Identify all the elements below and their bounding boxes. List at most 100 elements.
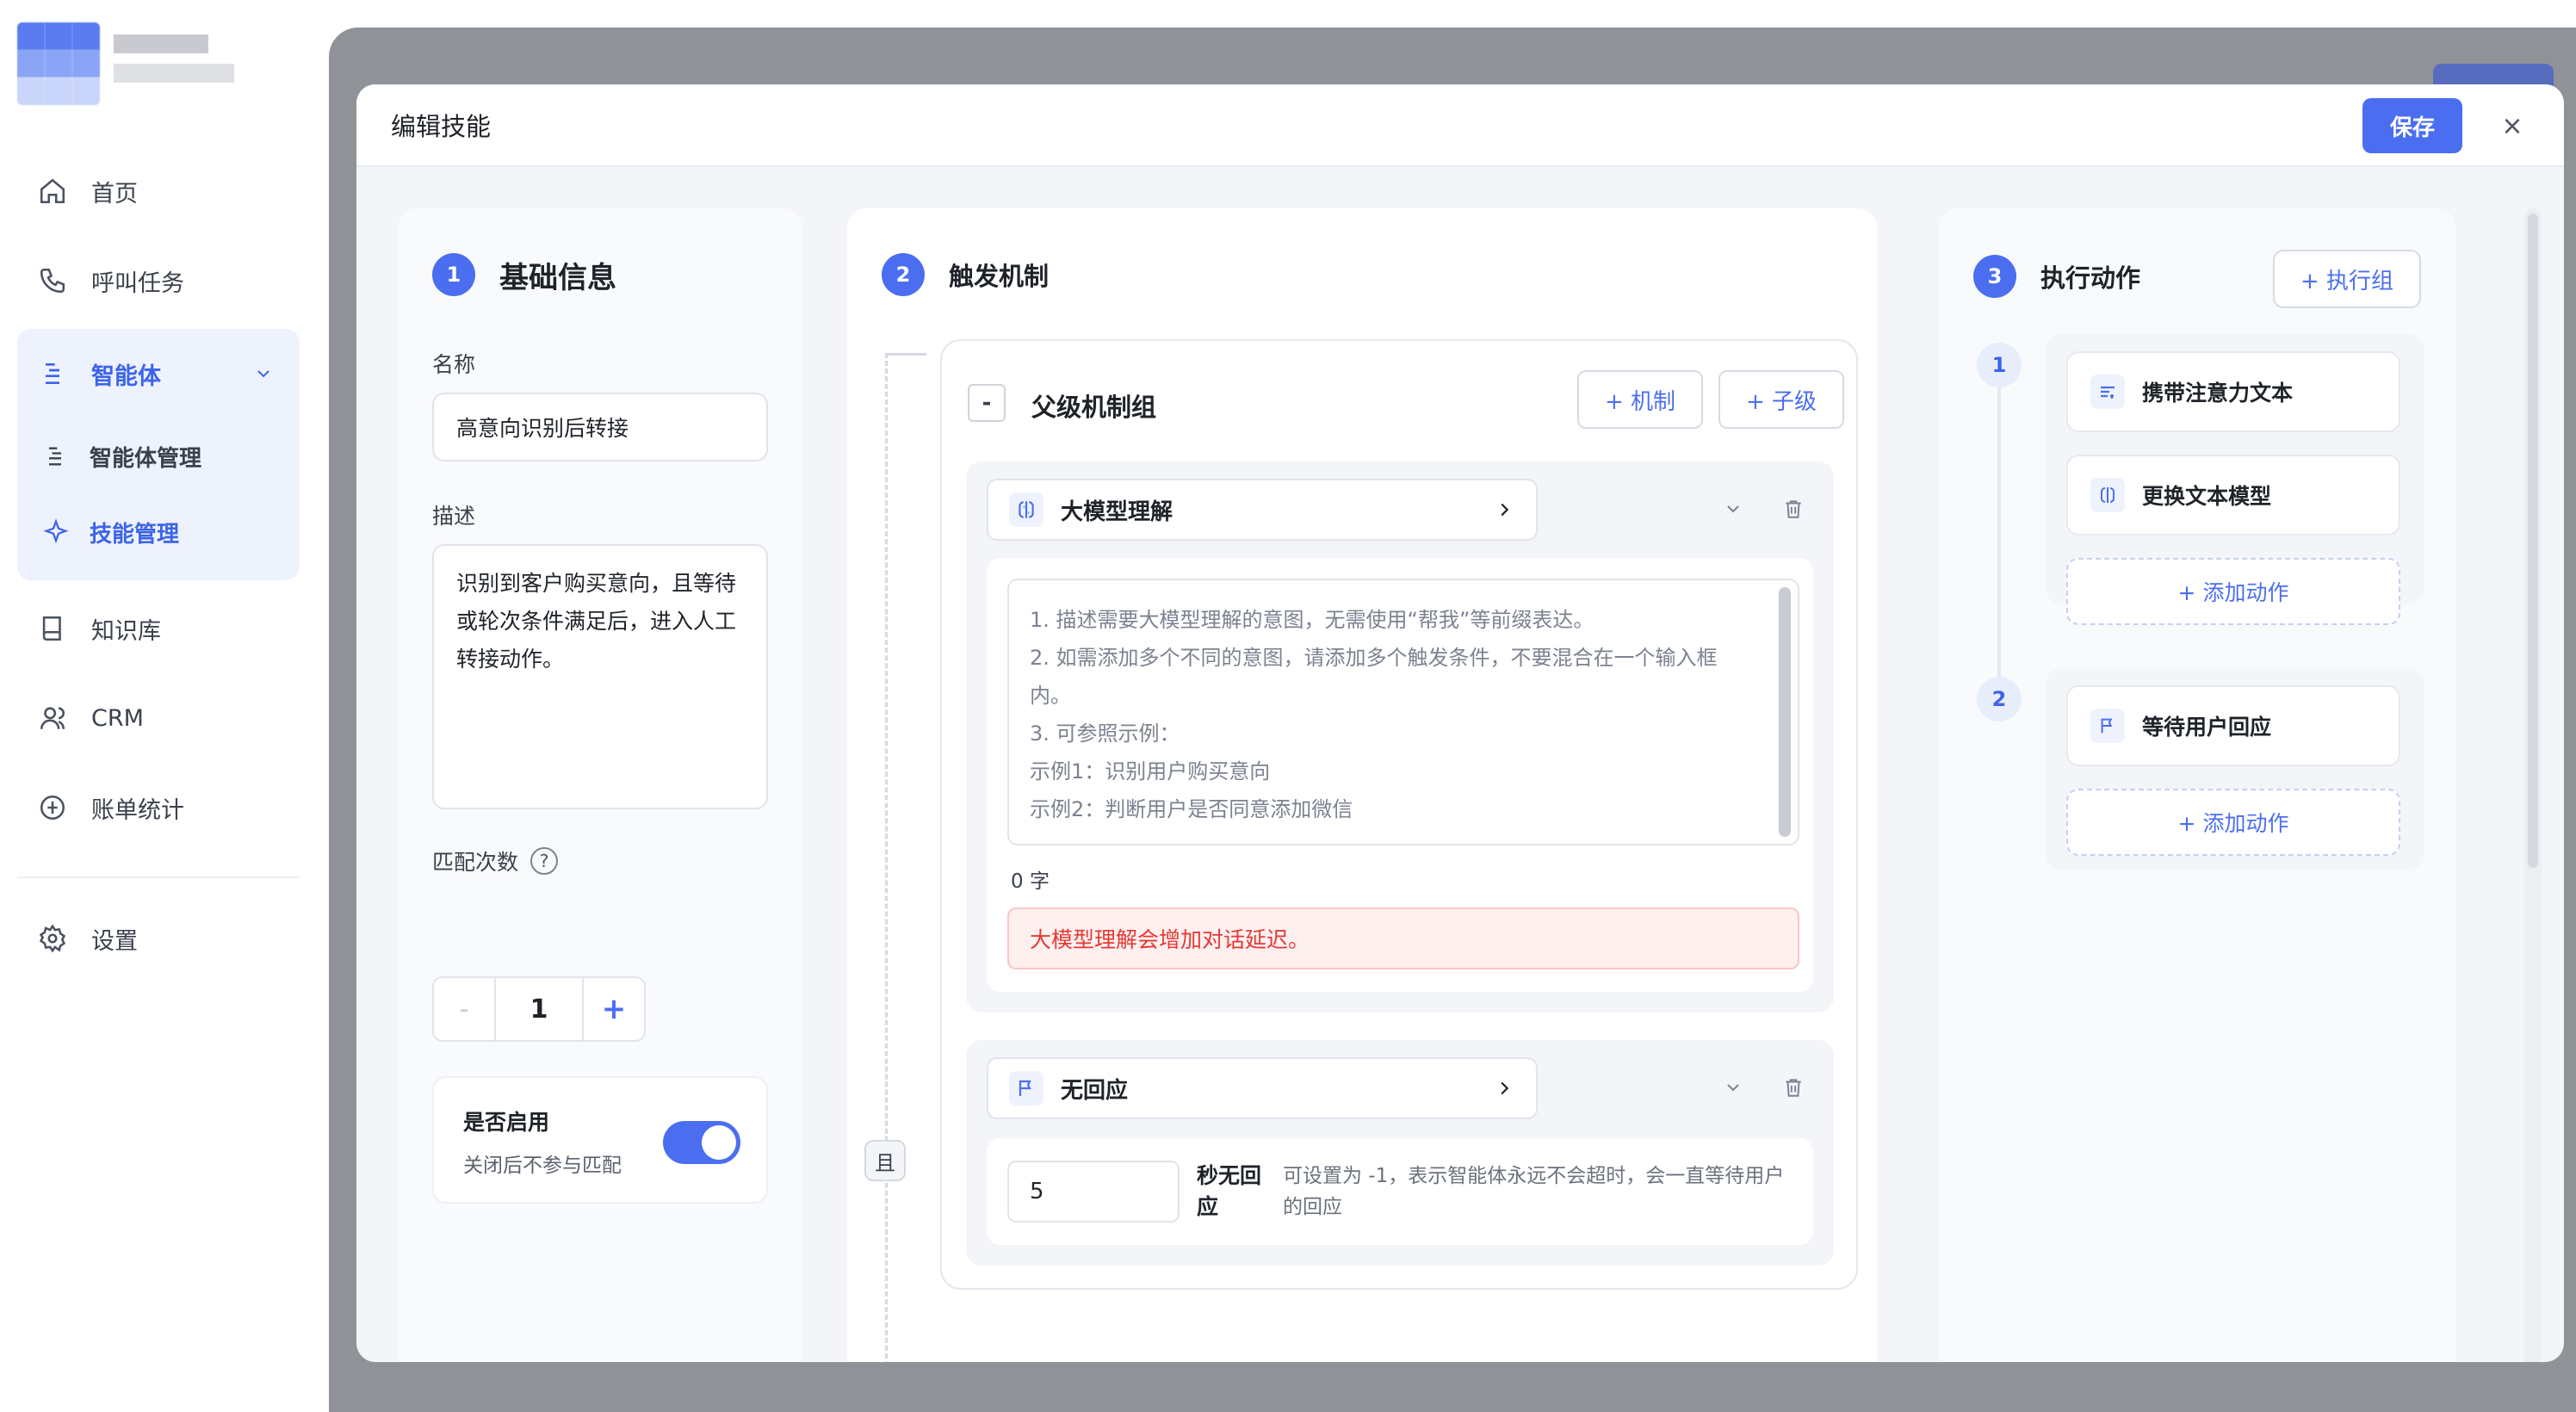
and-operator-badge[interactable]: 且 bbox=[864, 1140, 906, 1181]
trash-icon[interactable] bbox=[1780, 1074, 1806, 1100]
actions-panel: 3 执行动作 + 执行组 1 携带注意力文本 更换文本模型 + 添加动作 2 等… bbox=[1939, 208, 2455, 1362]
trash-icon[interactable] bbox=[1780, 496, 1806, 522]
mechanism-label: 大模型理解 bbox=[1061, 499, 1173, 525]
chevron-down-icon[interactable] bbox=[1720, 496, 1746, 522]
sidebar-item-crm[interactable]: CRM bbox=[17, 673, 300, 763]
sidebar-item-agents[interactable]: 智能体 bbox=[17, 329, 300, 418]
textarea-scrollbar[interactable] bbox=[1779, 587, 1791, 837]
placeholder-line: 1. 描述需要大模型理解的意图，无需使用“帮我”等前缀表达。 bbox=[1030, 608, 1595, 632]
sidebar-item-billing[interactable]: 账单统计 bbox=[17, 763, 300, 852]
latency-warning: 大模型理解会增加对话延迟。 bbox=[1007, 907, 1799, 969]
mechanism-card: 无回应 5 秒无回应 可设置为 -1，表示智能体永远不会超时，会一直等待用户的回… bbox=[966, 1040, 1834, 1266]
basic-info-title: 基础信息 bbox=[499, 260, 616, 295]
mechanism-type-select[interactable]: 无回应 bbox=[987, 1057, 1538, 1119]
trigger-heading: 2 触发机制 bbox=[882, 253, 1049, 296]
mechanism-body: 1. 描述需要大模型理解的意图，无需使用“帮我”等前缀表达。 2. 如需添加多个… bbox=[987, 558, 1813, 992]
chevron-down-icon[interactable] bbox=[253, 363, 274, 384]
home-icon bbox=[36, 175, 69, 207]
enable-description: 关闭后不参与匹配 bbox=[463, 1155, 622, 1177]
name-input[interactable]: 高意向识别后转接 bbox=[432, 393, 768, 461]
mechanism-card: 大模型理解 1. 描述需要大模型理解的意图，无需使用“帮我”等前缀表达。 2. … bbox=[966, 461, 1834, 1013]
sparkle-icon bbox=[43, 518, 69, 545]
logo-text-blurred bbox=[114, 34, 208, 53]
timeline-line bbox=[1997, 372, 2001, 699]
sidebar-item-label: 账单统计 bbox=[91, 796, 184, 824]
sidebar-item-home[interactable]: 首页 bbox=[17, 146, 300, 236]
close-icon[interactable]: × bbox=[2497, 110, 2528, 141]
match-count-value[interactable]: 1 bbox=[496, 978, 582, 1040]
sidebar-item-label: 智能体 bbox=[91, 362, 161, 390]
execution-group: 等待用户回应 + 添加动作 bbox=[2046, 668, 2424, 870]
gear-icon bbox=[36, 922, 69, 955]
help-icon[interactable]: ? bbox=[530, 847, 559, 875]
action-card[interactable]: 携带注意力文本 bbox=[2066, 351, 2400, 432]
sidebar-item-label: 设置 bbox=[91, 927, 138, 955]
sidebar-item-label: 知识库 bbox=[91, 617, 161, 645]
timeout-input[interactable]: 5 bbox=[1007, 1161, 1180, 1223]
flag-icon bbox=[1009, 1071, 1043, 1105]
sidebar-group-agents: 智能体 智能体管理 技能管理 bbox=[17, 329, 300, 580]
brain-icon bbox=[2090, 478, 2125, 512]
action-label: 更换文本模型 bbox=[2142, 484, 2272, 509]
action-card[interactable]: 更换文本模型 bbox=[2066, 455, 2400, 536]
connector-line bbox=[885, 353, 888, 1362]
add-execution-group-button[interactable]: + 执行组 bbox=[2273, 250, 2421, 308]
intent-textarea[interactable]: 1. 描述需要大模型理解的意图，无需使用“帮我”等前缀表达。 2. 如需添加多个… bbox=[1007, 579, 1799, 845]
sidebar-nav: 首页 呼叫任务 智能体 智能体管理 技能管理 知识库 CRM 账单统计 设置 bbox=[17, 146, 300, 975]
execution-group-number: 1 bbox=[1977, 343, 2022, 387]
add-action-button[interactable]: + 添加动作 bbox=[2066, 558, 2400, 625]
modal-title: 编辑技能 bbox=[391, 112, 492, 141]
logo-mark bbox=[17, 22, 100, 105]
user-icon bbox=[36, 702, 69, 734]
action-label: 携带注意力文本 bbox=[2142, 381, 2294, 406]
decrement-button[interactable]: - bbox=[434, 978, 496, 1040]
enable-toggle[interactable] bbox=[663, 1121, 740, 1164]
save-button[interactable]: 保存 bbox=[2362, 98, 2462, 153]
agent-manage-icon bbox=[43, 443, 69, 469]
connector-line bbox=[885, 353, 926, 356]
sidebar-item-label: 呼叫任务 bbox=[91, 269, 184, 297]
enable-card: 是否启用 关闭后不参与匹配 bbox=[432, 1076, 768, 1204]
actions-title: 执行动作 bbox=[2040, 263, 2141, 293]
parent-mechanism-group: - 父级机制组 + 机制 + 子级 大模型理解 1. 描述需要大模型理解的意图，… bbox=[940, 339, 1858, 1290]
logo-subtext-blurred bbox=[114, 64, 234, 83]
timeout-unit-label: 秒无回应 bbox=[1197, 1163, 1262, 1219]
add-mechanism-button[interactable]: + 机制 bbox=[1577, 370, 1703, 429]
mechanism-type-select[interactable]: 大模型理解 bbox=[987, 479, 1538, 541]
flag-icon bbox=[2090, 709, 2125, 743]
sidebar-item-skill-management[interactable]: 技能管理 bbox=[17, 494, 300, 570]
modal-header: 编辑技能 保存 × bbox=[356, 84, 2564, 167]
sidebar: 首页 呼叫任务 智能体 智能体管理 技能管理 知识库 CRM 账单统计 设置 bbox=[0, 0, 329, 1412]
edit-skill-modal: 编辑技能 保存 × 1 基础信息 名称 高意向识别后转接 描述 识别到客户购买意… bbox=[356, 84, 2564, 1362]
step-number: 3 bbox=[1973, 255, 2016, 298]
sidebar-sub-label: 技能管理 bbox=[90, 521, 180, 548]
sidebar-item-settings[interactable]: 设置 bbox=[17, 902, 300, 975]
description-label: 描述 bbox=[432, 504, 476, 529]
chevron-down-icon[interactable] bbox=[1720, 1074, 1746, 1100]
increment-button[interactable]: + bbox=[582, 978, 644, 1040]
logo bbox=[17, 22, 234, 105]
chevron-right-icon bbox=[1495, 500, 1514, 519]
action-label: 等待用户回应 bbox=[2142, 715, 2272, 740]
mechanism-body: 5 秒无回应 可设置为 -1，表示智能体永远不会超时，会一直等待用户的回应 bbox=[987, 1138, 1813, 1245]
add-child-button[interactable]: + 子级 bbox=[1718, 370, 1844, 429]
phone-icon bbox=[36, 264, 69, 297]
name-label: 名称 bbox=[432, 352, 476, 377]
mechanism-label: 无回应 bbox=[1061, 1077, 1129, 1104]
sidebar-item-knowledge[interactable]: 知识库 bbox=[17, 584, 300, 673]
modal-scrollbar[interactable] bbox=[2528, 214, 2538, 868]
add-action-button[interactable]: + 添加动作 bbox=[2066, 789, 2400, 856]
agent-icon bbox=[36, 357, 69, 390]
sidebar-item-agent-management[interactable]: 智能体管理 bbox=[17, 418, 300, 494]
book-icon bbox=[36, 612, 69, 645]
text-lines-icon bbox=[2090, 375, 2125, 409]
sidebar-item-call-tasks[interactable]: 呼叫任务 bbox=[17, 236, 300, 325]
match-count-label-row: 匹配次数 ? bbox=[432, 845, 559, 876]
execution-group: 携带注意力文本 更换文本模型 + 添加动作 bbox=[2046, 334, 2424, 625]
description-textarea[interactable]: 识别到客户购买意向，且等待或轮次条件满足后，进入人工转接动作。 bbox=[432, 544, 768, 809]
placeholder-line: 示例2：判断用户是否同意添加微信 bbox=[1030, 797, 1353, 821]
collapse-button[interactable]: - bbox=[968, 384, 1006, 422]
basic-info-heading: 1 基础信息 bbox=[432, 253, 616, 296]
match-count-stepper: - 1 + bbox=[432, 976, 646, 1042]
action-card[interactable]: 等待用户回应 bbox=[2066, 685, 2400, 766]
